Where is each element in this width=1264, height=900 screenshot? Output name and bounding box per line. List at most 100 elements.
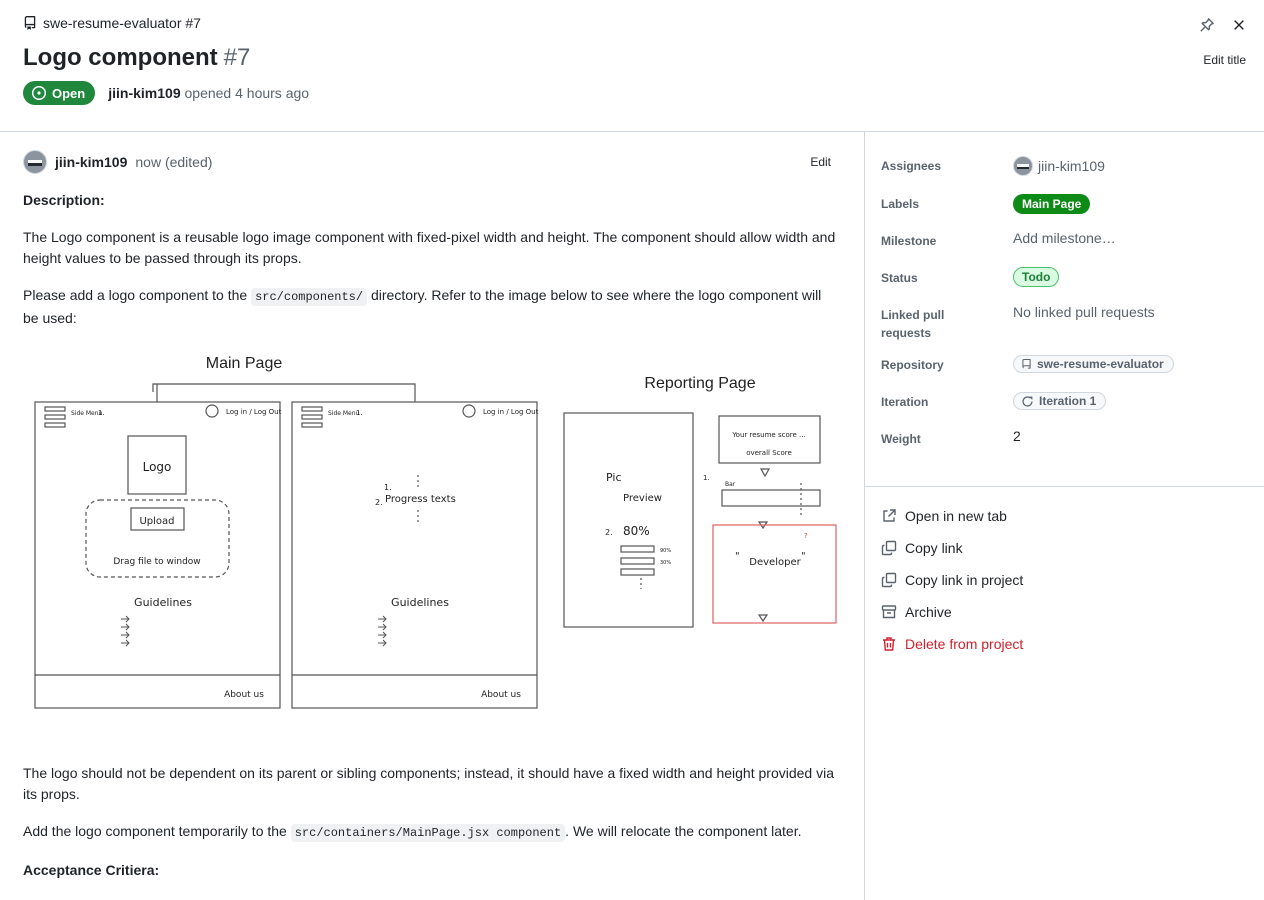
weight-label: Weight: [881, 432, 921, 446]
sketch-bar: Bar: [725, 481, 736, 488]
labels-label: Labels: [881, 197, 920, 211]
status-badge: Open: [23, 81, 96, 105]
code-mainpage-path: src/containers/MainPage.jsx component: [290, 824, 566, 842]
acceptance-heading: Acceptance Critiera:: [23, 862, 160, 878]
repository-label: Repository: [881, 358, 944, 372]
close-button[interactable]: [1228, 14, 1250, 36]
opened-meta: jiin-kim109 opened 4 hours ago: [108, 85, 309, 101]
archive-icon: [881, 605, 897, 619]
milestone-value[interactable]: Add milestone…: [1013, 230, 1116, 246]
copy-link-button[interactable]: Copy link: [881, 532, 1023, 564]
status-label: Status: [881, 271, 918, 285]
sketch-percent-small-2: 30%: [660, 560, 671, 566]
linked-label: Linked pull requests: [881, 308, 945, 340]
comment-time[interactable]: now (edited): [135, 154, 212, 170]
issue-header: swe-resume-evaluator #7 Logo component #7…: [0, 0, 1264, 132]
comment-body: Description: The Logo component is a reu…: [23, 190, 838, 897]
sketch-quote-close: ": [801, 551, 806, 562]
status-badge-label: Open: [52, 85, 86, 101]
iteration-pill[interactable]: Iteration 1: [1013, 392, 1107, 410]
sketch-login-1: Log in / Log Out: [226, 408, 282, 416]
sketch-score-2: overall Score: [746, 449, 792, 457]
repo-icon: [24, 16, 36, 30]
sketch-reporting-page-title: Reporting Page: [644, 375, 755, 392]
sketch-progress-texts: Progress texts: [385, 494, 456, 505]
assignees-value[interactable]: jiin-kim109: [1013, 156, 1105, 176]
p2-text-a: Please add a logo component to the: [23, 287, 252, 303]
p4-text-b: . We will relocate the component later.: [565, 823, 802, 839]
sketch-logo-box: Logo: [143, 460, 172, 474]
status-value[interactable]: Todo: [1013, 267, 1060, 287]
sketch-percent: 80%: [623, 524, 650, 538]
copy-link-label: Copy link: [905, 540, 963, 556]
issue-title: Logo component #7: [23, 44, 250, 72]
avatar[interactable]: [23, 150, 47, 174]
pin-button[interactable]: [1196, 14, 1218, 36]
labels-value[interactable]: Main Page: [1013, 194, 1091, 214]
paragraph-1: The Logo component is a reusable logo im…: [23, 229, 836, 266]
assignee-name: jiin-kim109: [1038, 158, 1105, 174]
iteration-value[interactable]: Iteration 1: [1013, 392, 1107, 410]
sketch-quote-open: ": [735, 551, 740, 562]
opened-text: opened 4 hours ago: [184, 85, 310, 101]
sketch-main-page-title: Main Page: [206, 355, 283, 372]
sketch-step-1a: 1.: [98, 409, 105, 417]
issue-number: #7: [223, 44, 251, 71]
pin-icon: [1200, 18, 1214, 32]
close-icon: [1234, 20, 1244, 30]
wireframe-sketch-image: Main Page Reporting Page Side Menu 1. Lo…: [34, 355, 837, 709]
sketch-guidelines-2: Guidelines: [391, 596, 449, 609]
repo-line[interactable]: swe-resume-evaluator #7: [23, 15, 201, 31]
iteration-label: Iteration: [881, 395, 929, 409]
paragraph-3: The logo should not be dependent on its …: [23, 765, 834, 802]
label-main-page[interactable]: Main Page: [1013, 194, 1091, 214]
copy-icon: [881, 572, 897, 588]
description-heading: Description:: [23, 192, 105, 208]
sketch-step-2b: 2.: [605, 528, 613, 537]
copy-link-project-button[interactable]: Copy link in project: [881, 564, 1023, 596]
sketch-percent-small-1: 90%: [660, 548, 671, 554]
sketch-step-1c: 1.: [384, 483, 392, 492]
assignees-label: Assignees: [881, 159, 942, 173]
archive-label: Archive: [905, 604, 952, 620]
issue-author-link[interactable]: jiin-kim109: [108, 85, 180, 101]
comment-header: jiin-kim109 now (edited): [23, 150, 212, 174]
sidebar-divider: [865, 486, 1264, 487]
linked-value: No linked pull requests: [1013, 304, 1155, 320]
edit-comment-button[interactable]: Edit: [810, 155, 831, 169]
sketch-step-1d: 1.: [703, 474, 710, 482]
status-badge[interactable]: Todo: [1013, 267, 1060, 287]
delete-label: Delete from project: [905, 636, 1024, 652]
weight-value[interactable]: 2: [1013, 428, 1021, 444]
sidebar-actions: Open in new tab Copy link Copy link in p…: [881, 500, 1023, 660]
external-link-icon: [883, 509, 896, 522]
repository-value[interactable]: swe-resume-evaluator: [1013, 355, 1174, 373]
delete-button[interactable]: Delete from project: [881, 628, 1023, 660]
sketch-step-2a: 2.: [375, 498, 383, 507]
repository-name: swe-resume-evaluator: [1037, 357, 1164, 371]
archive-button[interactable]: Archive: [881, 596, 1023, 628]
avatar: [1013, 156, 1033, 176]
edit-title-button[interactable]: Edit title: [1203, 53, 1246, 67]
sketch-login-2: Log in / Log Out: [483, 408, 539, 416]
sketch-upload-box: Upload: [139, 516, 174, 527]
repository-pill[interactable]: swe-resume-evaluator: [1013, 355, 1174, 373]
copy-link-project-label: Copy link in project: [905, 572, 1024, 588]
sketch-guidelines-1: Guidelines: [134, 596, 192, 609]
sketch-question: ?: [804, 532, 808, 540]
sketch-developer: Developer: [749, 557, 801, 568]
open-new-tab-button[interactable]: Open in new tab: [881, 500, 1023, 532]
issue-sidebar: Assignees jiin-kim109 Labels Main Page M…: [865, 132, 1264, 900]
sketch-side-menu-2: Side Menu: [328, 410, 360, 417]
sketch-drag-text: Drag file to window: [113, 557, 200, 567]
issue-open-icon: [31, 85, 47, 101]
code-components-path: src/components/: [251, 288, 368, 306]
repo-link[interactable]: swe-resume-evaluator #7: [43, 15, 201, 31]
open-new-tab-label: Open in new tab: [905, 508, 1007, 524]
milestone-label: Milestone: [881, 234, 937, 248]
comment-author[interactable]: jiin-kim109: [55, 154, 127, 170]
sketch-about-2: About us: [481, 690, 521, 700]
sketch-step-1b: 1.: [356, 409, 363, 417]
iteration-name: Iteration 1: [1039, 394, 1097, 408]
state-row: Open jiin-kim109 opened 4 hours ago: [23, 81, 309, 105]
